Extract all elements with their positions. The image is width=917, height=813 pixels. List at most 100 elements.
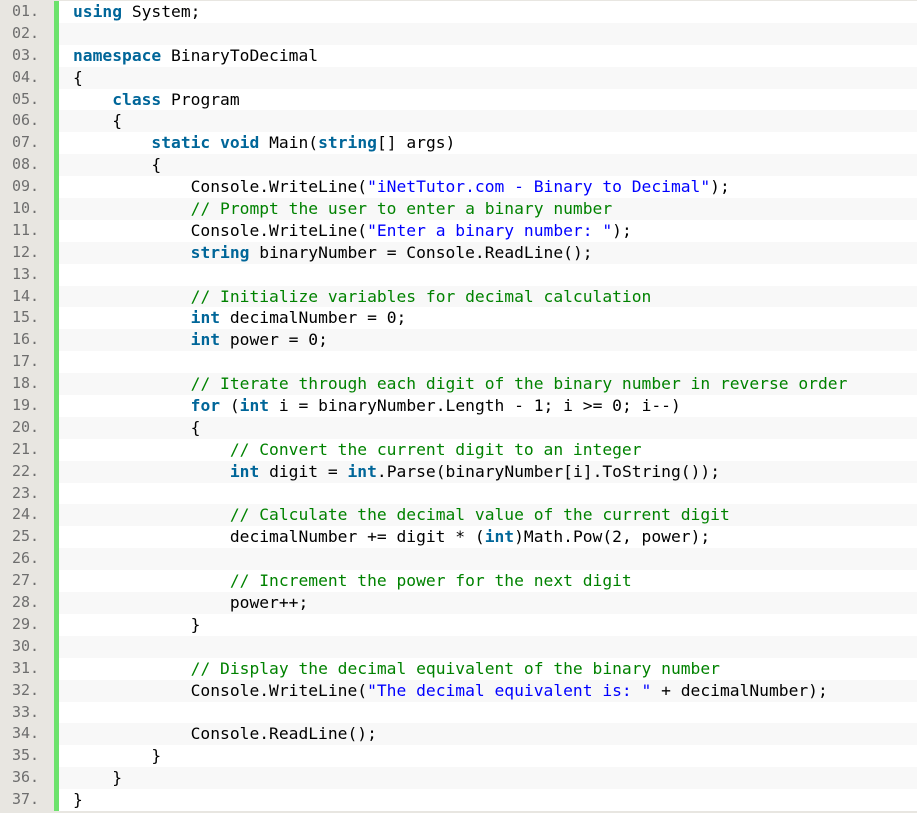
keyword-token: using: [73, 2, 123, 21]
code-line: 24. // Calculate the decimal value of th…: [0, 504, 917, 527]
code-content: // Prompt the user to enter a binary num…: [59, 198, 917, 220]
line-number-cell: 02.: [0, 22, 54, 45]
line-number: 27.: [12, 571, 40, 590]
line-number: 29.: [12, 614, 40, 633]
code-line: 26.: [0, 548, 917, 571]
line-number-cell: 01.: [0, 1, 54, 23]
line-number-cell: 17.: [0, 351, 54, 374]
line-number-cell: 29.: [0, 613, 54, 636]
code-line: 05. class Program: [0, 88, 917, 111]
code-content: // Iterate through each digit of the bin…: [59, 373, 917, 396]
code-content: [59, 701, 917, 724]
comment-token: // Increment the power for the next digi…: [229, 571, 632, 591]
code-token: .Parse(binaryNumber[i].ToString());: [376, 461, 720, 481]
code-token: Console.WriteLine(: [73, 680, 368, 700]
code-line: 16. int power = 0;: [0, 329, 917, 352]
line-number-cell: 18.: [0, 373, 54, 396]
line-number: 35.: [12, 746, 40, 765]
code-content: {: [59, 416, 917, 439]
code-line: 22. int digit = int.Parse(binaryNumber[i…: [0, 460, 917, 483]
code-content: {: [59, 154, 917, 177]
line-number: 02.: [12, 23, 40, 42]
code-line: 14. // Initialize variables for decimal …: [0, 285, 917, 308]
code-token: }: [73, 790, 83, 810]
code-token: {: [73, 417, 201, 437]
code-line: 27. // Increment the power for the next …: [0, 570, 917, 593]
line-number-cell: 21.: [0, 438, 54, 461]
line-number-cell: 09.: [0, 176, 54, 199]
line-number: 03.: [12, 45, 40, 64]
line-number-cell: 04.: [0, 66, 54, 89]
keyword-token: void: [220, 133, 260, 153]
code-token: BinaryToDecimal: [161, 45, 319, 65]
comment-token: // Display the decimal equivalent of the…: [190, 658, 720, 678]
code-line: 03. namespace BinaryToDecimal: [0, 44, 917, 67]
line-number-cell: 14.: [0, 285, 54, 308]
code-token: );: [710, 177, 730, 197]
string-token: "The decimal equivalent is: ": [367, 680, 652, 700]
code-line: 07. static void Main(string[] args): [0, 132, 917, 155]
line-number-cell: 15.: [0, 307, 54, 330]
line-number: 17.: [12, 352, 40, 371]
code-content: power++;: [59, 592, 917, 614]
line-number: 04.: [12, 67, 40, 86]
code-content: Console.WriteLine("iNetTutor.com - Binar…: [59, 176, 917, 199]
line-number: 28.: [12, 593, 40, 612]
code-token: i = binaryNumber.Length - 1; i >= 0; i--…: [269, 396, 681, 416]
code-content: static void Main(string[] args): [59, 132, 917, 155]
line-number: 30.: [12, 636, 40, 655]
code-token: Console.WriteLine(: [73, 177, 368, 197]
line-number-cell: 19.: [0, 395, 54, 417]
code-token: + decimalNumber);: [651, 680, 828, 700]
line-number-cell: 26.: [0, 548, 54, 571]
line-number: 32.: [12, 680, 40, 699]
line-number: 26.: [12, 549, 40, 568]
code-content: Console.ReadLine();: [59, 723, 917, 746]
line-number: 25.: [12, 527, 40, 546]
keyword-token: int: [239, 396, 270, 416]
code-content: int decimalNumber = 0;: [59, 307, 917, 330]
code-content: using System;: [59, 1, 917, 23]
code-line: 11. Console.WriteLine("Enter a binary nu…: [0, 219, 917, 242]
code-token: );: [612, 220, 632, 240]
code-token: }: [73, 614, 201, 634]
code-line: 25. decimalNumber += digit * (int)Math.P…: [0, 526, 917, 549]
line-number: 01.: [12, 2, 40, 20]
code-content: // Calculate the decimal value of the cu…: [59, 504, 917, 527]
code-line: 12. string binaryNumber = Console.ReadLi…: [0, 241, 917, 264]
line-number: 08.: [12, 155, 40, 174]
comment-token: // Initialize variables for decimal calc…: [190, 286, 652, 306]
line-number: 10.: [12, 199, 40, 218]
code-token: decimalNumber += digit * (: [73, 527, 485, 547]
code-content: // Increment the power for the next digi…: [59, 570, 917, 593]
code-content: }: [59, 767, 917, 790]
line-number: 19.: [12, 396, 40, 415]
code-token: [] args): [376, 133, 456, 153]
code-content: // Initialize variables for decimal calc…: [59, 285, 917, 308]
code-token: Console.WriteLine(: [73, 220, 368, 240]
line-number-cell: 36.: [0, 767, 54, 790]
line-number-cell: 34.: [0, 723, 54, 746]
code-token: (: [220, 396, 240, 416]
code-content: // Convert the current digit to an integ…: [59, 438, 917, 461]
code-token: power = 0;: [220, 330, 328, 350]
code-line: 09. Console.WriteLine("iNetTutor.com - B…: [0, 176, 917, 199]
line-number: 18.: [12, 374, 40, 393]
line-number-cell: 08.: [0, 154, 54, 177]
line-number: 34.: [12, 724, 40, 743]
code-line: 02.: [0, 22, 917, 45]
keyword-token: static: [151, 133, 211, 153]
line-number: 16.: [12, 330, 40, 349]
line-number-cell: 25.: [0, 526, 54, 549]
keyword-token: int: [229, 461, 260, 481]
line-number: 31.: [12, 658, 40, 677]
line-number-cell: 16.: [0, 329, 54, 352]
